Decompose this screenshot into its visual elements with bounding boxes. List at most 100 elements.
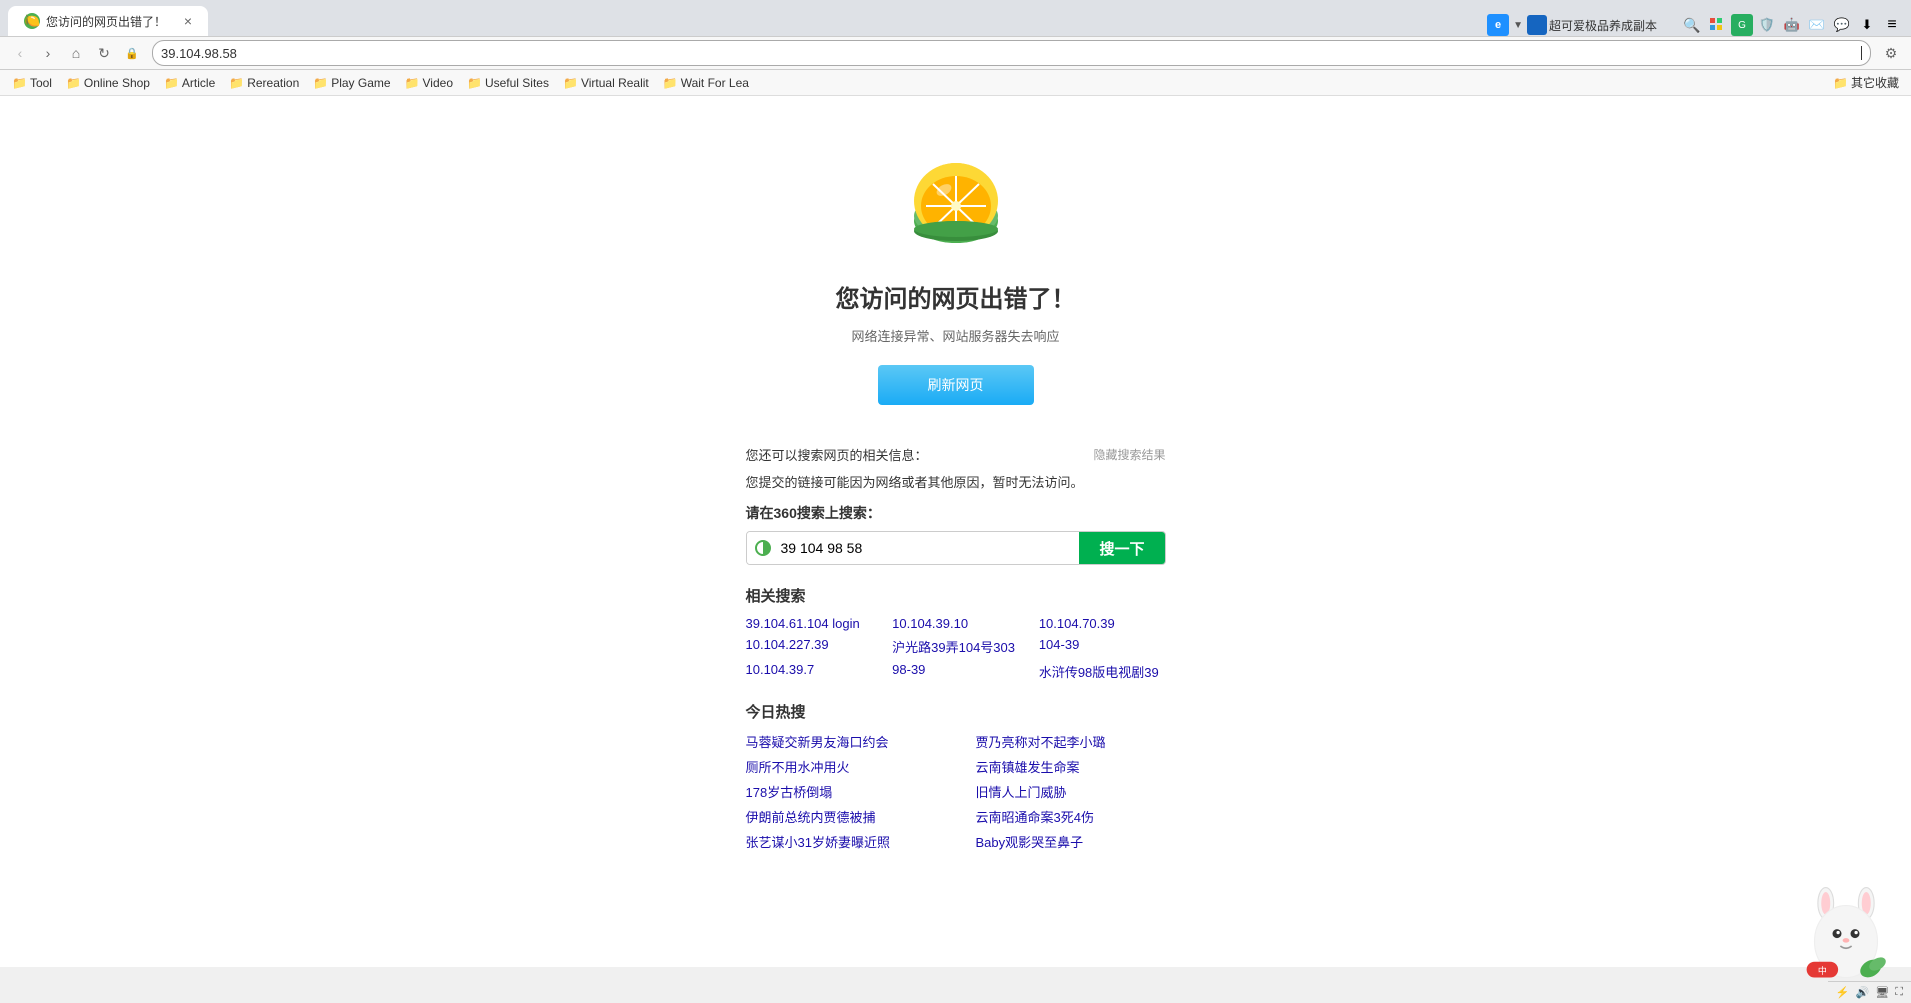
bookmark-wait-for-lea[interactable]: 📁 Wait For Lea — [657, 74, 755, 92]
mascot-widget[interactable]: 中 — [1801, 883, 1891, 973]
ext-icon1[interactable] — [1527, 15, 1547, 35]
address-bar-wrap — [152, 40, 1871, 66]
bookmark-label: Useful Sites — [485, 76, 549, 90]
bookmark-virtual-realit[interactable]: 📁 Virtual Realit — [557, 74, 655, 92]
svg-text:中: 中 — [1818, 965, 1827, 976]
bookmark-rereation[interactable]: 📁 Rereation — [223, 74, 305, 92]
search-submit-button[interactable]: 搜一下 — [1079, 532, 1164, 564]
hot-title: 今日热搜 — [746, 701, 1166, 722]
related-link-3[interactable]: 10.104.227.39 — [746, 637, 873, 656]
hot-link-2[interactable]: 厕所不用水冲用火 — [746, 757, 936, 776]
folder-icon: 📁 — [563, 76, 578, 90]
link-info-text: 您提交的链接可能因为网络或者其他原因，暂时无法访问。 — [746, 472, 1166, 491]
hide-results-link[interactable]: 隐藏搜索结果 — [1093, 446, 1165, 463]
bookmark-label: Article — [182, 76, 215, 90]
related-link-5[interactable]: 104-39 — [1039, 637, 1166, 656]
search-box: 搜一下 — [746, 531, 1166, 565]
bookmark-label: Tool — [30, 76, 52, 90]
search-section: 您还可以搜索网页的相关信息： 隐藏搜索结果 您提交的链接可能因为网络或者其他原因… — [746, 445, 1166, 871]
nav-bar: ‹ › ⌂ ↻ 🔒 ⚙ — [0, 36, 1911, 70]
tab-bar: 🍋 您访问的网页出错了！ × e ▼ 超可爱极品养成副本 🔍 G 🛡️ 🤖 — [0, 0, 1911, 36]
mascot-svg: 中 — [1801, 883, 1891, 984]
address-input[interactable] — [161, 46, 1861, 61]
search-prompt-text: 请在360搜索上搜索： — [746, 503, 1166, 523]
bookmarks-bar: 📁 Tool 📁 Online Shop 📁 Article 📁 Rereati… — [0, 70, 1911, 96]
hot-link-1[interactable]: 贾乃亮称对不起李小璐 — [976, 732, 1166, 751]
bookmark-label: Play Game — [331, 76, 390, 90]
extension-label-wrap: 超可爱极品养成副本 — [1527, 15, 1657, 35]
hot-link-8[interactable]: 张艺谋小31岁娇妻曝近照 — [746, 832, 936, 851]
related-title: 相关搜索 — [746, 585, 1166, 606]
ext-dropdown[interactable]: ▼ — [1513, 20, 1523, 31]
bookmark-label: Wait For Lea — [681, 76, 749, 90]
related-link-0[interactable]: 39.104.61.104 login — [746, 616, 873, 631]
robot-icon[interactable]: 🤖 — [1781, 14, 1803, 36]
bookmark-useful-sites[interactable]: 📁 Useful Sites — [461, 74, 555, 92]
hot-link-0[interactable]: 马蓉疑交新男友海口约会 — [746, 732, 936, 751]
related-link-7[interactable]: 98-39 — [892, 662, 1019, 681]
related-grid: 39.104.61.104 login 10.104.39.10 10.104.… — [746, 616, 1166, 681]
shield-check-button[interactable]: 🔒 — [120, 41, 144, 65]
menu-icon[interactable]: ≡ — [1881, 14, 1903, 36]
related-link-4[interactable]: 沪光路39弄104号303 — [892, 637, 1019, 656]
reload-button[interactable]: ↻ — [92, 41, 116, 65]
related-link-8[interactable]: 水浒传98版电视剧39 — [1039, 662, 1166, 681]
hot-link-6[interactable]: 伊朗前总统内贾德被捕 — [746, 807, 936, 826]
active-tab[interactable]: 🍋 您访问的网页出错了！ × — [8, 6, 208, 36]
status-icon3: 🖥 — [1875, 986, 1889, 999]
game-icon[interactable]: G — [1731, 14, 1753, 36]
folder-icon: 📁 — [405, 76, 420, 90]
download-icon[interactable]: ⬇ — [1856, 14, 1878, 36]
hot-link-5[interactable]: 旧情人上门威胁 — [976, 782, 1166, 801]
bookmark-video[interactable]: 📁 Video — [399, 74, 459, 92]
tab-favicon: 🍋 — [24, 13, 40, 29]
bookmark-play-game[interactable]: 📁 Play Game — [307, 74, 396, 92]
browser-title-right: e ▼ 超可爱极品养成副本 🔍 G 🛡️ 🤖 ✉️ 💬 ⬇ ≡ — [1487, 14, 1903, 36]
bookmark-online-shop[interactable]: 📁 Online Shop — [60, 74, 156, 92]
hot-link-3[interactable]: 云南镇雄发生命案 — [976, 757, 1166, 776]
apps-icon[interactable] — [1706, 14, 1728, 36]
folder-icon: 📁 — [12, 76, 27, 90]
search-info-label: 您还可以搜索网页的相关信息： — [746, 445, 928, 464]
status-bar: ⚡ 🔊 🖥 ⛶ — [1828, 981, 1911, 1003]
status-icon4: ⛶ — [1895, 986, 1903, 999]
hot-link-9[interactable]: Baby观影哭至鼻子 — [976, 832, 1166, 851]
error-title: 您访问的网页出错了！ — [836, 279, 1076, 314]
360-logo — [755, 540, 771, 556]
refresh-button[interactable]: 刷新网页 — [878, 365, 1034, 405]
chat-icon[interactable]: 💬 — [1831, 14, 1853, 36]
error-icon-wrap — [906, 156, 1006, 259]
bookmark-label: Online Shop — [84, 76, 150, 90]
tab-close-button[interactable]: × — [184, 13, 192, 29]
cursor-indicator — [1861, 46, 1862, 60]
bookmark-other[interactable]: 📁 其它收藏 — [1827, 72, 1905, 93]
home-button[interactable]: ⌂ — [64, 41, 88, 65]
related-link-6[interactable]: 10.104.39.7 — [746, 662, 873, 681]
mail-icon[interactable]: ✉️ — [1806, 14, 1828, 36]
status-icon1: ⚡ — [1836, 986, 1850, 999]
folder-icon: 📁 — [1833, 76, 1848, 90]
bookmark-tool[interactable]: 📁 Tool — [6, 74, 58, 92]
related-link-2[interactable]: 10.104.70.39 — [1039, 616, 1166, 631]
hot-link-4[interactable]: 178岁古桥倒塌 — [746, 782, 936, 801]
bookmark-label: Virtual Realit — [581, 76, 649, 90]
error-subtitle: 网络连接异常、网站服务器失去响应 — [851, 326, 1059, 345]
back-button[interactable]: ‹ — [8, 41, 32, 65]
search-icon-btn[interactable]: 🔍 — [1681, 14, 1703, 36]
folder-icon: 📁 — [663, 76, 678, 90]
edge-icon[interactable]: e — [1487, 14, 1509, 36]
settings-button[interactable]: ⚙ — [1879, 41, 1903, 65]
related-searches: 相关搜索 39.104.61.104 login 10.104.39.10 10… — [746, 585, 1166, 681]
forward-button[interactable]: › — [36, 41, 60, 65]
shield-icon[interactable]: 🛡️ — [1756, 14, 1778, 36]
bookmark-article[interactable]: 📁 Article — [158, 74, 221, 92]
search-header: 您还可以搜索网页的相关信息： 隐藏搜索结果 — [746, 445, 1166, 464]
related-link-1[interactable]: 10.104.39.10 — [892, 616, 1019, 631]
hot-link-7[interactable]: 云南昭通命案3死4伤 — [976, 807, 1166, 826]
status-icon2: 🔊 — [1856, 986, 1870, 999]
hot-searches: 今日热搜 马蓉疑交新男友海口约会 贾乃亮称对不起李小璐 厕所不用水冲用火 云南镇… — [746, 701, 1166, 851]
toolbar-right: 🔍 G 🛡️ 🤖 ✉️ 💬 ⬇ ≡ — [1681, 14, 1903, 36]
search-input[interactable] — [777, 532, 1072, 564]
bookmark-label: Video — [423, 76, 453, 90]
tab-title: 您访问的网页出错了！ — [46, 13, 176, 30]
